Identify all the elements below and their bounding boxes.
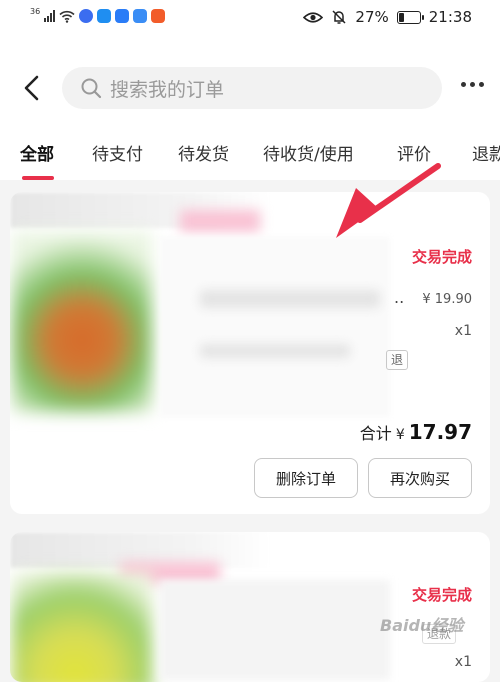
notes-app-icon (151, 9, 166, 23)
tab-pending-payment[interactable]: 待支付 (92, 140, 143, 165)
signal-label: 36 (30, 6, 41, 16)
product-thumbnail[interactable] (12, 572, 152, 682)
active-tab-indicator (22, 176, 54, 180)
tab-pending-shipment[interactable]: 待发货 (178, 140, 229, 165)
order-card[interactable]: 交易完成 退款 x1 (10, 532, 490, 682)
order-search-input[interactable]: 搜索我的订单 (62, 67, 442, 109)
search-app-icon (115, 9, 130, 23)
title-ellipsis: .. (394, 288, 405, 307)
eye-icon (303, 11, 324, 23)
product-info-blurred (160, 580, 390, 680)
refund-tag: 退 (386, 350, 409, 370)
order-total: 合计 ¥ 17.97 (360, 420, 472, 444)
shop-badge-blurred (180, 210, 260, 232)
status-bar-left: 36 (30, 6, 166, 23)
battery-icon (396, 10, 424, 24)
product-quantity: x1 (454, 323, 472, 339)
buy-again-button[interactable]: 再次购买 (368, 458, 472, 498)
status-bar-right: 27% 21:38 (303, 8, 472, 26)
more-options-icon[interactable] (461, 82, 484, 87)
battery-percent: 27% (355, 8, 389, 26)
status-bar: 36 27% 21:38 (0, 0, 500, 36)
back-arrow-icon[interactable] (18, 74, 46, 102)
annotation-arrow-icon (336, 163, 441, 238)
product-info-blurred (160, 237, 390, 417)
order-header: 搜索我的订单 全部 待支付 待发货 待收货/使用 评价 退款 (0, 36, 500, 180)
total-currency: ¥ (395, 427, 405, 443)
total-label: 合计 (359, 424, 392, 443)
order-status: 交易完成 (411, 586, 472, 604)
tab-refund[interactable]: 退款 (472, 140, 500, 165)
wifi-icon (59, 10, 75, 23)
product-spec-blurred (200, 344, 350, 358)
total-amount: 17.97 (408, 420, 472, 444)
search-icon (81, 78, 102, 99)
signal-icon (44, 10, 56, 22)
watermark: Baidu经验 (380, 616, 464, 635)
mute-bell-icon (332, 10, 346, 24)
music-app-icon (79, 9, 94, 23)
search-placeholder: 搜索我的订单 (110, 78, 225, 101)
tab-all[interactable]: 全部 (20, 140, 54, 165)
product-quantity: x1 (454, 654, 472, 670)
delete-order-button[interactable]: 删除订单 (254, 458, 358, 498)
clock: 21:38 (428, 8, 472, 26)
product-thumbnail[interactable] (12, 232, 152, 412)
product-price: ¥ 19.90 (422, 292, 472, 307)
weather-app-icon (133, 9, 148, 23)
cloud-app-icon (97, 9, 112, 23)
product-title-blurred (200, 290, 380, 308)
